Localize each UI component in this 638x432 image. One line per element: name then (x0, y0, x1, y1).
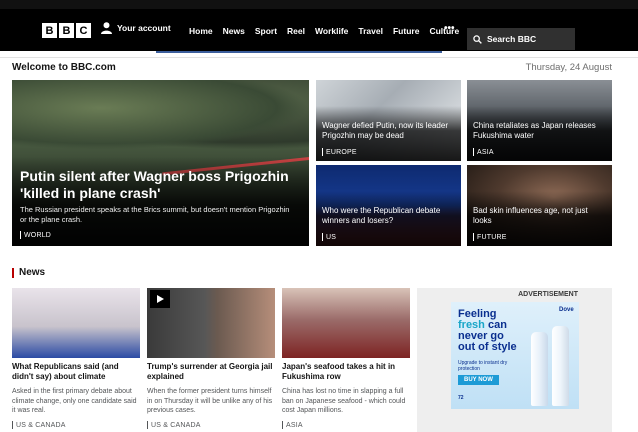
advertisement-panel: ADVERTISEMENT Feeling fresh can never go… (417, 288, 612, 432)
tile-title[interactable]: Who were the Republican debate winners a… (322, 206, 456, 226)
news-item-title[interactable]: What Republicans said (and didn't say) a… (12, 362, 140, 382)
section-accent-bar (12, 267, 14, 278)
nav-links: Home News Sport Reel Worklife Travel Fut… (189, 26, 469, 36)
search-label: Search BBC (487, 34, 537, 44)
product-can-image (552, 326, 569, 406)
nav-item-future[interactable]: Future (393, 26, 419, 36)
tile-title[interactable]: Wagner defied Putin, now its leader Prig… (322, 121, 456, 141)
news-image[interactable] (147, 288, 275, 358)
account-link[interactable]: Your account (101, 22, 171, 34)
tile-tag-label: EUROPE (326, 148, 357, 156)
news-item-title[interactable]: Japan's seafood takes a hit in Fukushima… (282, 362, 410, 382)
news-item-tag[interactable]: ASIA (282, 421, 303, 429)
news-image[interactable] (282, 288, 410, 358)
news-item-tag-label: US & CANADA (151, 421, 201, 429)
tile-tag-label: FUTURE (477, 233, 507, 241)
nav-item-sport[interactable]: Sport (255, 26, 277, 36)
news-item-description: Asked in the first primary debate about … (12, 388, 137, 414)
date-label: Thursday, 24 August (525, 62, 612, 73)
top-strip (0, 0, 638, 9)
tile-tag[interactable]: US (322, 233, 336, 241)
news-item-description: When the former president turns himself … (147, 388, 273, 414)
news-section-heading[interactable]: News (12, 267, 45, 278)
product-can-image (531, 332, 548, 406)
tile-tag[interactable]: EUROPE (322, 148, 357, 156)
account-label: Your account (117, 23, 171, 33)
news-item-tag-label: ASIA (286, 421, 303, 429)
news-section-label: News (19, 267, 46, 278)
logo-letter: B (42, 23, 57, 38)
nav-item-travel[interactable]: Travel (358, 26, 383, 36)
search-button[interactable]: Search BBC (467, 28, 575, 50)
hero-tag-label: WORLD (24, 231, 52, 239)
ad-buy-button[interactable]: BUY NOW (458, 375, 499, 385)
news-item-tag-label: US & CANADA (16, 421, 66, 429)
story-tile[interactable]: Who were the Republican debate winners a… (316, 165, 461, 246)
tile-tag[interactable]: FUTURE (473, 233, 507, 241)
user-icon (101, 22, 112, 34)
ad-brand: Dove (559, 307, 574, 313)
nav-underline (156, 51, 442, 53)
hero-tag[interactable]: WORLD (20, 231, 51, 239)
nav-item-home[interactable]: Home (189, 26, 213, 36)
news-item-tag[interactable]: US & CANADA (147, 421, 201, 429)
ad-hours-badge: 72 (458, 395, 464, 401)
hero-story[interactable]: Putin silent after Wagner boss Prigozhin… (12, 80, 309, 246)
nav-item-news[interactable]: News (223, 26, 245, 36)
welcome-heading: Welcome to BBC.com (12, 62, 116, 73)
advertisement-label: ADVERTISEMENT (518, 291, 578, 298)
news-item-tag[interactable]: US & CANADA (12, 421, 66, 429)
ad-subtext: Upgrade to instant dry protection (458, 360, 508, 372)
advertisement-banner[interactable]: Feeling fresh can never go out of style … (451, 302, 579, 409)
hero-image-trees (12, 80, 309, 150)
story-tile[interactable]: Bad skin influences age, not just looks … (467, 165, 612, 246)
story-tile[interactable]: Wagner defied Putin, now its leader Prig… (316, 80, 461, 161)
divider (0, 57, 638, 58)
nav-item-worklife[interactable]: Worklife (315, 26, 348, 36)
ad-headline-line: out of style (458, 341, 517, 353)
news-item-description: China has lost no time in slapping a ful… (282, 388, 406, 414)
hero-description: The Russian president speaks at the Bric… (20, 205, 290, 224)
tile-tag-label: US (326, 233, 337, 241)
logo-letter: C (76, 23, 91, 38)
tile-title[interactable]: Bad skin influences age, not just looks (473, 206, 607, 226)
hero-title[interactable]: Putin silent after Wagner boss Prigozhin… (20, 168, 300, 202)
logo-letter: B (59, 23, 74, 38)
tile-title[interactable]: China retaliates as Japan releases Fukus… (473, 121, 607, 141)
news-item-title[interactable]: Trump's surrender at Georgia jail explai… (147, 362, 275, 382)
ad-headline: Feeling fresh can never go out of style (458, 309, 517, 353)
story-tile[interactable]: China retaliates as Japan releases Fukus… (467, 80, 612, 161)
search-icon (473, 34, 482, 44)
more-menu-button[interactable]: ••• (444, 23, 455, 34)
tile-tag-label: ASIA (477, 148, 494, 156)
nav-item-reel[interactable]: Reel (287, 26, 305, 36)
bbc-logo[interactable]: B B C (42, 23, 91, 38)
tile-tag[interactable]: ASIA (473, 148, 494, 156)
news-image[interactable] (12, 288, 140, 358)
play-icon[interactable] (150, 290, 170, 308)
global-navigation: B B C Your account Home News Sport Reel … (0, 9, 638, 51)
